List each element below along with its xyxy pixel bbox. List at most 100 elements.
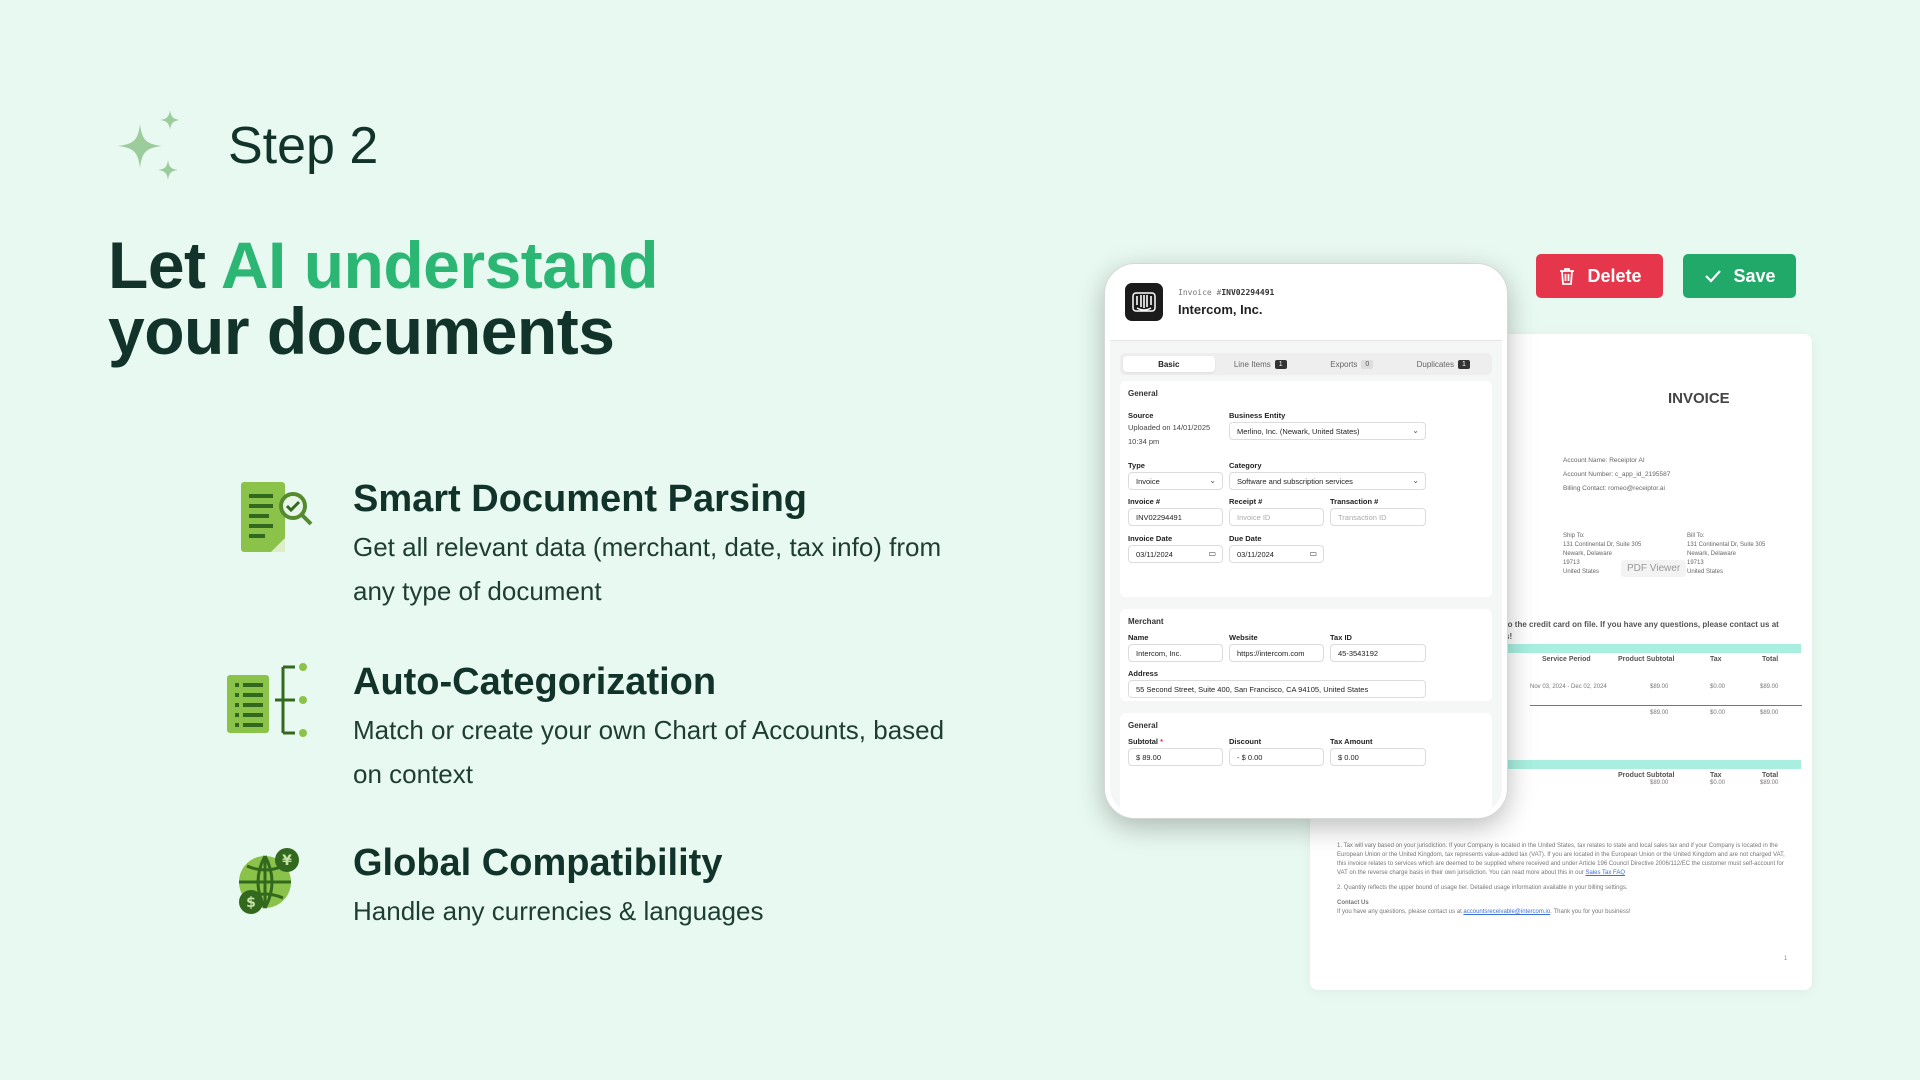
tab-label: Line Items [1233, 359, 1271, 369]
invoice-meta: Account Name: Receiptor AI Account Numbe… [1563, 454, 1670, 496]
cell: $0.00 [1710, 780, 1726, 786]
contact-text-end: . Thank you for your business! [1550, 909, 1631, 915]
section-title: General [1128, 389, 1158, 398]
tab-basic[interactable]: Basic [1123, 356, 1215, 372]
date-value: 03/11/2024 [1237, 549, 1274, 559]
invoice-editor-card: Invoice #INV02294491 Intercom, Inc. Basi… [1105, 264, 1507, 818]
table-header-bar [1505, 760, 1801, 769]
col-header: Product Subtotal [1618, 656, 1675, 663]
invoice-no-label: Invoice # [1128, 497, 1161, 506]
contact-text: If you have any questions, please contac… [1337, 909, 1462, 915]
tab-bar: Basic Line Items 1 Exports 0 Duplicates 1 [1120, 353, 1492, 375]
due-date-label: Due Date [1229, 534, 1262, 543]
chevron-down-icon: ⌄ [1412, 476, 1419, 485]
feature-desc: Handle any currencies & languages [353, 896, 764, 926]
contact-title: Contact Us [1337, 900, 1369, 906]
save-button[interactable]: Save [1683, 254, 1796, 298]
charge-note: to the credit card on file. If you have … [1505, 620, 1779, 629]
pdf-viewer-label: PDF Viewer [1621, 560, 1687, 577]
receipt-input[interactable]: Invoice ID [1229, 508, 1324, 526]
feature-list: Smart Document Parsing Get all relevant … [225, 460, 985, 933]
select-value: Merlino, Inc. (Newark, United States) [1237, 426, 1360, 436]
tab-exports[interactable]: Exports 0 [1306, 356, 1398, 372]
bill-line: 131 Continental Dr, Suite 305 [1687, 542, 1766, 548]
cell: $89.00 [1650, 710, 1669, 716]
calendar-icon[interactable]: ▭ [1309, 549, 1317, 558]
transaction-label: Transaction # [1330, 497, 1379, 506]
address-input[interactable]: 55 Second Street, Suite 400, San Francis… [1128, 680, 1426, 698]
delete-button[interactable]: Delete [1536, 254, 1663, 298]
bill-to-block: Bill To: 131 Continental Dr, Suite 305 N… [1687, 532, 1765, 577]
cell: $0.00 [1710, 710, 1726, 716]
business-entity-select[interactable]: Merlino, Inc. (Newark, United States) ⌄ [1229, 422, 1426, 440]
subtotal-label-text: Subtotal [1128, 737, 1158, 746]
cell: $89.00 [1760, 710, 1779, 716]
meta-line: Billing Contact: romeo@receiptor.ai [1563, 485, 1665, 492]
taxid-input[interactable]: 45-3543192 [1330, 644, 1426, 662]
invoice-number-value: INV02294491 [1221, 288, 1275, 297]
tab-label: Exports [1330, 359, 1358, 369]
divider [1530, 705, 1802, 706]
calendar-icon[interactable]: ▭ [1208, 549, 1216, 558]
select-value: Software and subscription services [1237, 476, 1353, 486]
meta-line: Account Name: Receiptor AI [1563, 457, 1645, 464]
bill-line: United States [1687, 569, 1724, 575]
svg-text:$: $ [246, 895, 256, 911]
discount-label: Discount [1229, 737, 1262, 746]
general-section: General Source Uploaded on 14/01/2025 10… [1120, 381, 1492, 597]
feature-desc: Match or create your own Chart of Accoun… [353, 715, 945, 789]
feature-item: Smart Document Parsing Get all relevant … [225, 478, 985, 613]
count-badge: 1 [1274, 359, 1287, 369]
bill-line: Bill To: [1687, 533, 1705, 539]
footnote: 1. Tax will vary based on your jurisdict… [1337, 843, 1785, 876]
tab-label: Basic [1158, 359, 1180, 369]
sales-tax-faq-link[interactable]: Sales Tax FAQ [1585, 870, 1625, 876]
tab-line-items[interactable]: Line Items 1 [1215, 356, 1307, 372]
feature-item: Auto-Categorization Match or create your… [225, 661, 985, 796]
type-label: Type [1128, 461, 1145, 470]
col-header: Tax [1710, 656, 1722, 663]
chevron-down-icon: ⌄ [1209, 476, 1216, 485]
card-header: Invoice #INV02294491 Intercom, Inc. [1110, 269, 1502, 341]
totals-section: General Subtotal * $ 89.00 Discount - $ … [1120, 713, 1492, 813]
tab-duplicates[interactable]: Duplicates 1 [1398, 356, 1490, 372]
category-label: Category [1229, 461, 1262, 470]
step-label: Step 2 [228, 117, 379, 175]
invoice-date-input[interactable]: 03/11/2024 ▭ [1128, 545, 1223, 563]
discount-input[interactable]: - $ 0.00 [1229, 748, 1324, 766]
bill-line: Newark, Delaware [1687, 551, 1737, 557]
contact-email-link[interactable]: accountsreceivable@intercom.io [1463, 909, 1550, 915]
merchant-name-input[interactable]: Intercom, Inc. [1128, 644, 1223, 662]
ship-line: 131 Continental Dr, Suite 305 [1563, 542, 1642, 548]
col-header: Tax [1710, 772, 1722, 779]
invoice-no-input[interactable]: INV02294491 [1128, 508, 1223, 526]
sparkle-icon [118, 110, 180, 180]
col-header: Total [1762, 772, 1779, 779]
feature-title: Smart Document Parsing [353, 478, 807, 520]
due-date-input[interactable]: 03/11/2024 ▭ [1229, 545, 1324, 563]
cell: $89.00 [1650, 780, 1669, 786]
headline: Let AI understand your documents [108, 232, 659, 364]
ship-line: Ship To: [1563, 533, 1585, 539]
website-label: Website [1229, 633, 1258, 642]
company-name: Intercom, Inc. [1178, 302, 1263, 317]
col-header: Service Period [1542, 656, 1591, 663]
cell: $89.00 [1650, 684, 1669, 690]
categorize-list-icon [227, 663, 307, 737]
website-input[interactable]: https://intercom.com [1229, 644, 1324, 662]
transaction-input[interactable]: Transaction ID [1330, 508, 1426, 526]
type-select[interactable]: Invoice ⌄ [1128, 472, 1223, 490]
globe-currency-icon: ¥ $ [239, 848, 299, 914]
feature-title: Auto-Categorization [353, 661, 717, 703]
table-header-row: Service Period Product Subtotal Tax Tota… [1542, 656, 1802, 663]
subtotal-input[interactable]: $ 89.00 [1128, 748, 1223, 766]
table-row: $89.00 $0.00 $89.00 [1530, 780, 1802, 786]
intercom-logo-icon [1125, 283, 1163, 321]
tax-amount-input[interactable]: $ 0.00 [1330, 748, 1426, 766]
invoice-prefix: Invoice # [1178, 288, 1222, 297]
footnote: 2. Quantity reflects the upper bound of … [1337, 885, 1628, 891]
count-badge: 1 [1457, 359, 1470, 369]
select-value: Invoice [1136, 476, 1160, 486]
col-header: Product Subtotal [1618, 772, 1675, 779]
category-select[interactable]: Software and subscription services ⌄ [1229, 472, 1426, 490]
